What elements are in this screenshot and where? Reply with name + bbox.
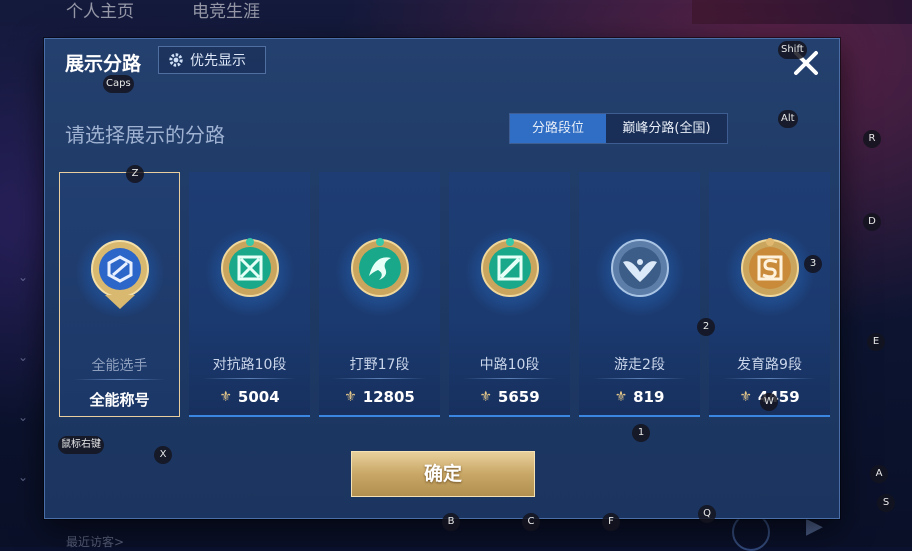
dialog-title: 展示分路	[65, 53, 142, 75]
mid-lane-emblem-icon	[480, 238, 539, 297]
key-hint-1: 1	[632, 424, 650, 442]
key-hint-right-click: 鼠标右键	[58, 436, 104, 454]
key-hint-e: E	[867, 333, 885, 351]
lane-source-toggle: 分路段位 巅峰分路(全国)	[509, 113, 728, 144]
peak-score-icon: ⚜	[344, 389, 357, 405]
lane-card-jungle[interactable]: 打野17段 ⚜ 12805	[319, 172, 440, 417]
lane-card-roam[interactable]: 游走2段 ⚜ 819	[579, 172, 700, 417]
key-hint-d: D	[863, 213, 881, 231]
lane-card-clash[interactable]: 对抗路10段 ⚜ 5004	[189, 172, 310, 417]
key-hint-shift: Shift	[778, 41, 807, 59]
key-hint-z: Z	[126, 165, 144, 183]
lane-score: ⚜ 5004	[189, 388, 310, 406]
recent-visitors-link[interactable]: 最近访客>	[66, 533, 124, 550]
key-hint-x: X	[154, 446, 172, 464]
peak-score-icon: ⚜	[614, 389, 628, 405]
card-divider	[74, 379, 165, 380]
lane-rank-label: 游走2段	[614, 357, 665, 373]
all-round-emblem-icon	[90, 240, 149, 309]
lane-score-value: 12805	[362, 388, 415, 406]
lane-score-value: 5659	[497, 388, 540, 406]
lane-score: ⚜ 819	[579, 388, 700, 406]
lane-card-farm[interactable]: 发育路9段 ⚜ 4459	[709, 172, 830, 417]
key-hint-3: 3	[804, 255, 822, 273]
lane-card-list: 全能选手 全能称号 对抗路10段 ⚜ 5004 打野17段 ⚜ 12805 中路…	[59, 172, 830, 417]
farm-lane-emblem-icon	[740, 238, 799, 297]
key-hint-c: C	[522, 513, 540, 531]
key-hint-w: W	[760, 393, 778, 411]
lane-rank-label: 发育路9段	[737, 357, 802, 373]
gear-icon	[169, 53, 183, 67]
chevron-down-icon[interactable]: ⌄	[18, 470, 28, 484]
top-tab-bar: 个人主页 电竞生涯	[66, 0, 260, 28]
lane-score: ⚜ 12805	[319, 388, 440, 406]
clash-lane-emblem-icon	[220, 238, 279, 297]
peak-score-icon: ⚜	[219, 389, 232, 405]
key-hint-caps: Caps	[103, 75, 134, 93]
card-divider	[593, 378, 686, 379]
key-hint-r: R	[863, 130, 881, 148]
roam-emblem-icon	[610, 239, 669, 297]
lane-card-mid[interactable]: 中路10段 ⚜ 5659	[449, 172, 570, 417]
tab-esports-career[interactable]: 电竞生涯	[192, 0, 260, 28]
chevron-down-icon[interactable]: ⌄	[18, 410, 28, 424]
lane-card-all-round[interactable]: 全能选手 全能称号	[59, 172, 180, 417]
lane-score-value: 819	[633, 388, 665, 406]
lane-rank-label: 对抗路10段	[212, 357, 287, 373]
tab-peak-lane-national[interactable]: 巅峰分路(全国)	[606, 114, 727, 143]
lane-score: ⚜ 5659	[449, 388, 570, 406]
key-hint-f: F	[602, 513, 620, 531]
priority-display-button[interactable]: 优先显示	[158, 46, 266, 74]
chevron-down-icon[interactable]: ⌄	[18, 270, 28, 284]
peak-score-icon: ⚜	[479, 389, 492, 405]
jungle-emblem-icon	[350, 238, 409, 297]
card-divider	[463, 378, 556, 379]
key-hint-b: B	[442, 513, 460, 531]
tab-profile[interactable]: 个人主页	[66, 0, 134, 28]
key-hint-q: Q	[698, 505, 716, 523]
confirm-button[interactable]: 确定	[351, 451, 535, 497]
tab-lane-rank[interactable]: 分路段位	[510, 114, 606, 143]
card-divider	[333, 378, 426, 379]
select-lane-prompt: 请选择展示的分路	[65, 123, 225, 147]
lane-score-value: 5004	[237, 388, 280, 406]
lane-rank-label: 打野17段	[349, 357, 410, 373]
card-divider	[203, 378, 296, 379]
lane-title-value: 全能称号	[89, 391, 150, 409]
key-hint-s: S	[877, 494, 895, 512]
peak-score-icon: ⚜	[739, 389, 752, 405]
card-divider	[723, 378, 816, 379]
lane-rank-label: 中路10段	[479, 357, 540, 373]
top-right-status-bar	[692, 0, 912, 24]
lane-rank-label: 全能选手	[91, 358, 148, 374]
key-hint-alt: Alt	[778, 110, 798, 128]
key-hint-a: A	[870, 465, 888, 483]
key-hint-2: 2	[697, 318, 715, 336]
chevron-down-icon[interactable]: ⌄	[18, 350, 28, 364]
priority-display-label: 优先显示	[190, 53, 246, 69]
